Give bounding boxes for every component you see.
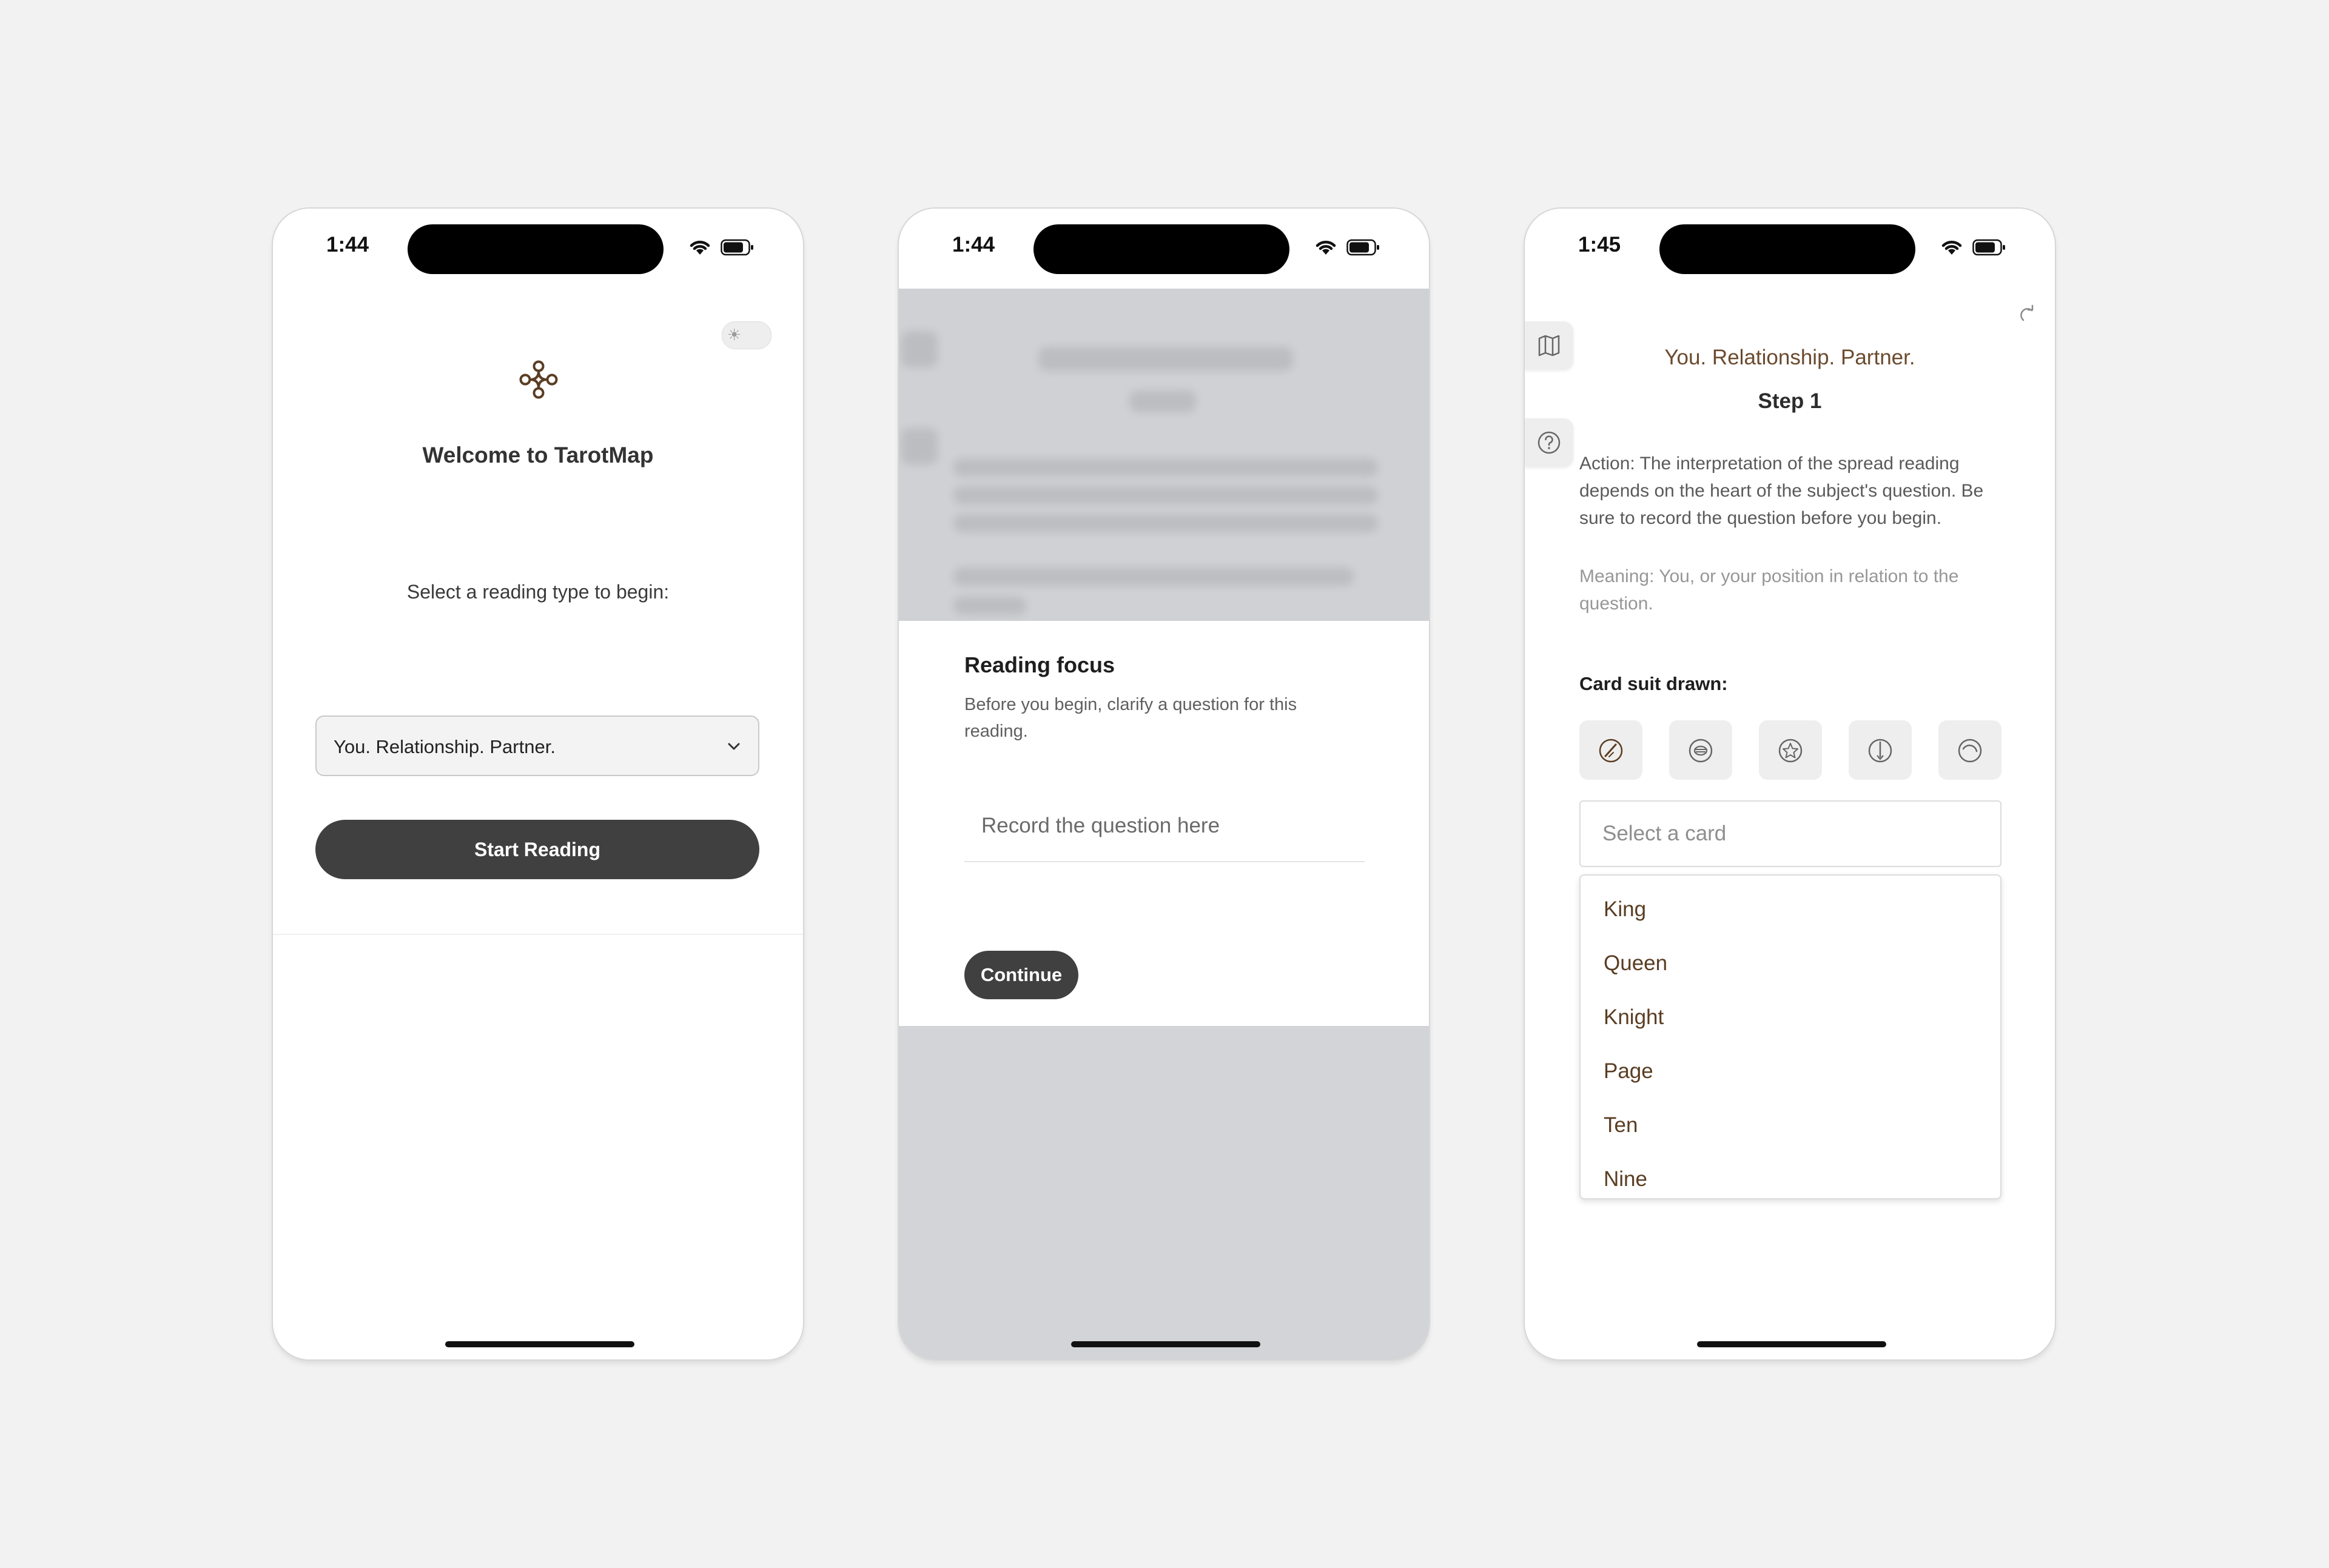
wifi-icon — [690, 241, 710, 255]
question-mark-icon — [1538, 431, 1561, 454]
blurred-title — [1038, 347, 1293, 371]
blurred-background — [899, 289, 1429, 621]
reading-type-select[interactable]: You. Relationship. Partner. — [315, 715, 759, 776]
reading-type-value: You. Relationship. Partner. — [334, 736, 556, 757]
phone-screen-step: 1:45 You. Relationship. Partner. Step 1 … — [1525, 209, 2055, 1359]
blurred-line — [953, 597, 1026, 615]
wand-icon — [1599, 739, 1623, 763]
card-suit-label: Card suit drawn: — [1579, 673, 1728, 694]
reading-focus-title: Reading focus — [964, 652, 1115, 677]
dynamic-island — [408, 224, 664, 274]
major-arcana-icon — [1958, 739, 1982, 763]
question-input[interactable] — [964, 791, 1365, 862]
phone-screen-welcome: 1:44 ☀ Welcome to TarotMap Select a read… — [273, 209, 803, 1359]
suit-major-arcana-button[interactable] — [1938, 720, 2001, 780]
card-dropdown-list[interactable]: King Queen Knight Page Ten Nine — [1579, 874, 2001, 1199]
home-indicator[interactable] — [1697, 1341, 1886, 1347]
card-option-ten[interactable]: Ten — [1604, 1113, 1638, 1137]
status-time: 1:45 — [1578, 233, 1621, 256]
action-text: Action: The interpretation of the spread… — [1579, 454, 1984, 528]
dynamic-island — [1659, 224, 1915, 274]
dynamic-island — [1033, 224, 1289, 274]
card-option-knight[interactable]: Knight — [1604, 1005, 1664, 1030]
suit-cups-button[interactable] — [1669, 720, 1732, 780]
home-indicator[interactable] — [445, 1341, 634, 1347]
suit-swords-button[interactable] — [1849, 720, 1912, 780]
phone-screen-reading-focus: 1:44 Reading focus Before you begin, cla… — [899, 209, 1429, 1359]
divider — [273, 934, 803, 935]
card-option-queen[interactable]: Queen — [1604, 951, 1667, 976]
welcome-title: Welcome to TarotMap — [422, 443, 654, 467]
start-reading-button[interactable]: Start Reading — [315, 820, 759, 879]
blurred-line — [953, 514, 1378, 532]
step-label: Step 1 — [1758, 389, 1822, 413]
battery-icon — [1346, 239, 1379, 256]
card-select-input[interactable] — [1579, 800, 2001, 867]
card-option-nine[interactable]: Nine — [1604, 1167, 1647, 1191]
continue-button[interactable]: Continue — [964, 951, 1078, 999]
reading-focus-description: Before you begin, clarify a question for… — [964, 695, 1297, 741]
card-option-page[interactable]: Page — [1604, 1059, 1653, 1084]
blurred-line — [953, 568, 1354, 586]
cup-icon — [1689, 739, 1713, 763]
blurred-line — [953, 458, 1378, 477]
select-prompt: Select a reading type to begin: — [406, 581, 670, 603]
pentacle-icon — [1778, 739, 1803, 763]
chevron-down-icon — [728, 743, 740, 750]
wifi-icon — [1941, 241, 1962, 255]
theme-toggle[interactable]: ☀ — [722, 321, 771, 349]
meaning-text: Meaning: You, or your position in relati… — [1579, 566, 1959, 614]
blurred-side-button — [901, 331, 938, 367]
battery-icon — [1972, 239, 2005, 256]
sun-icon: ☀ — [727, 326, 742, 344]
suit-wands-button[interactable] — [1579, 720, 1642, 780]
blurred-step — [1129, 390, 1196, 412]
blurred-line — [953, 486, 1378, 504]
status-time: 1:44 — [952, 233, 995, 256]
card-option-king[interactable]: King — [1604, 897, 1646, 922]
undo-icon[interactable] — [2015, 303, 2039, 327]
battery-icon — [721, 239, 753, 256]
suit-pentacles-button[interactable] — [1759, 720, 1822, 780]
tarotmap-logo-icon — [519, 360, 558, 399]
dim-overlay[interactable] — [899, 1026, 1429, 1359]
blurred-side-button — [901, 428, 938, 464]
home-indicator[interactable] — [1071, 1341, 1260, 1347]
reading-title: You. Relationship. Partner. — [1664, 346, 1915, 369]
sword-icon — [1868, 739, 1892, 763]
status-time: 1:44 — [326, 233, 369, 256]
wifi-icon — [1316, 241, 1336, 255]
help-button[interactable] — [1525, 418, 1573, 467]
